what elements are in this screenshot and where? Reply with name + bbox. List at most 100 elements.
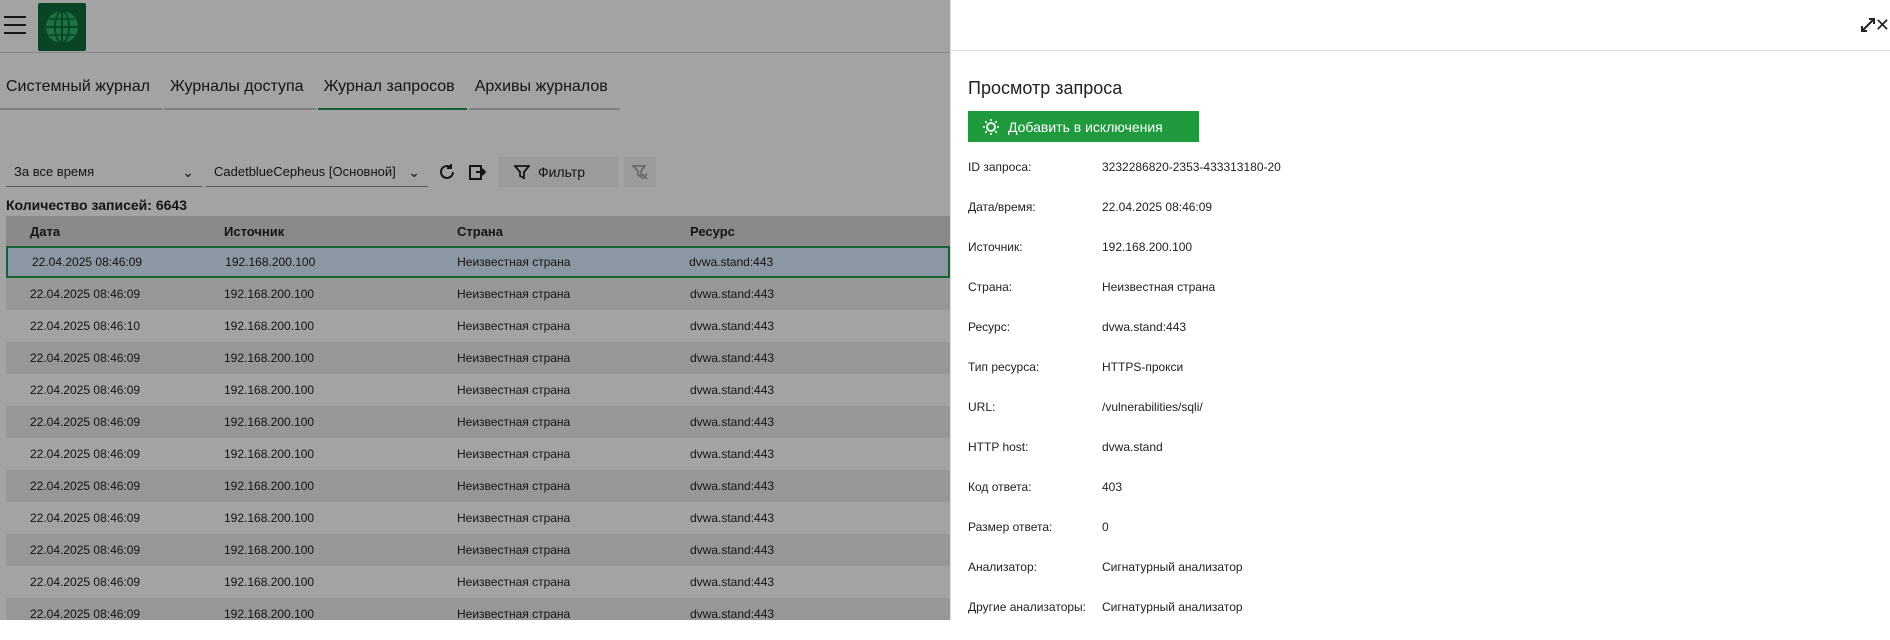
tab-access-logs[interactable]: Журналы доступа bbox=[163, 72, 316, 110]
cell-resource: dvwa.stand:443 bbox=[690, 479, 775, 493]
cell-date: 22.04.2025 08:46:09 bbox=[30, 575, 141, 589]
cell-source: 192.168.200.100 bbox=[224, 383, 315, 397]
cell-resource: dvwa.stand:443 bbox=[690, 383, 775, 397]
cell-date: 22.04.2025 08:46:09 bbox=[30, 383, 141, 397]
cell-date: 22.04.2025 08:46:09 bbox=[30, 607, 141, 620]
table-row[interactable]: 22.04.2025 08:46:09 192.168.200.100 Неизве… bbox=[6, 246, 950, 278]
table-row[interactable]: 22.04.2025 08:46:09 192.168.200.100 Неизве… bbox=[6, 470, 950, 502]
cell-date: 22.04.2025 08:46:09 bbox=[30, 447, 141, 461]
chevron-down-icon: ⌄ bbox=[182, 164, 194, 180]
field-value: 192.168.200.100 bbox=[1102, 240, 1193, 254]
cell-country: Неизвестная страна bbox=[457, 255, 571, 269]
tab-system-log[interactable]: Системный журнал bbox=[0, 72, 162, 110]
menu-icon[interactable] bbox=[4, 16, 26, 36]
export-icon bbox=[469, 165, 486, 180]
add-to-exclusions-label: Добавить в исключения bbox=[1008, 118, 1163, 135]
refresh-button[interactable] bbox=[432, 157, 462, 187]
field-value: 0 bbox=[1102, 520, 1109, 534]
field-value: 3232286820-2353-433313180-20 bbox=[1102, 160, 1281, 174]
field-label: Источник: bbox=[968, 240, 1023, 254]
cell-resource: dvwa.stand:443 bbox=[690, 575, 775, 589]
table-row[interactable]: 22.04.2025 08:46:09 192.168.200.100 Неизве… bbox=[6, 278, 950, 310]
field-value: dvwa.stand bbox=[1102, 440, 1163, 454]
cell-country: Неизвестная страна bbox=[457, 319, 571, 333]
export-button[interactable] bbox=[462, 157, 492, 187]
filter-toolbar: За все время ⌄ CadetblueCepheus [Основно… bbox=[6, 156, 656, 188]
cell-source: 192.168.200.100 bbox=[224, 287, 315, 301]
clear-filter-icon bbox=[632, 165, 648, 180]
main-area: Системный журнал Журналы доступа Журнал … bbox=[0, 0, 950, 620]
field-other-analyzers: Другие анализаторы: Сигнатурный анализато… bbox=[968, 600, 1281, 640]
table-row[interactable]: 22.04.2025 08:46:09 192.168.200.100 Неизве… bbox=[6, 534, 950, 566]
field-value: Неизвестная страна bbox=[1102, 280, 1216, 294]
cell-resource: dvwa.stand:443 bbox=[690, 287, 775, 301]
cell-resource: dvwa.stand:443 bbox=[690, 447, 775, 461]
cell-resource: dvwa.stand:443 bbox=[690, 415, 775, 429]
chevron-down-icon: ⌄ bbox=[408, 164, 420, 180]
cell-source: 192.168.200.100 bbox=[224, 351, 315, 365]
tab-log-archives[interactable]: Архивы журналов bbox=[468, 72, 620, 110]
cell-date: 22.04.2025 08:46:09 bbox=[30, 351, 141, 365]
cell-country: Неизвестная страна bbox=[457, 511, 571, 525]
column-header-source[interactable]: Источник bbox=[224, 224, 457, 239]
cell-source: 192.168.200.100 bbox=[224, 447, 315, 461]
add-to-exclusions-button[interactable]: Добавить в исключения bbox=[968, 111, 1199, 142]
cell-date: 22.04.2025 08:46:09 bbox=[30, 511, 141, 525]
field-label: HTTP host: bbox=[968, 440, 1029, 454]
cell-date: 22.04.2025 08:46:09 bbox=[32, 255, 143, 269]
field-label: Тип ресурса: bbox=[968, 360, 1040, 374]
table-row[interactable]: 22.04.2025 08:46:09 192.168.200.100 Неизве… bbox=[6, 342, 950, 374]
cell-country: Неизвестная страна bbox=[457, 575, 571, 589]
period-select[interactable]: За все время ⌄ bbox=[6, 157, 202, 187]
tab-request-log[interactable]: Журнал запросов bbox=[317, 72, 467, 110]
globe-logo-icon bbox=[38, 3, 86, 51]
field-value: 403 bbox=[1102, 480, 1123, 494]
field-label: ID запроса: bbox=[968, 160, 1032, 174]
filter-button[interactable]: Фильтр bbox=[498, 157, 618, 187]
cell-country: Неизвестная страна bbox=[457, 543, 571, 557]
cell-resource: dvwa.stand:443 bbox=[690, 319, 775, 333]
cell-source: 192.168.200.100 bbox=[224, 511, 315, 525]
column-header-date[interactable]: Дата bbox=[6, 224, 224, 239]
refresh-icon bbox=[440, 164, 454, 179]
cell-source: 192.168.200.100 bbox=[224, 575, 315, 589]
cell-country: Неизвестная страна bbox=[457, 447, 571, 461]
field-label: Другие анализаторы: bbox=[968, 600, 1087, 614]
cell-country: Неизвестная страна bbox=[457, 607, 571, 620]
field-datetime: Дата/время: 22.04.2025 08:46:09 bbox=[968, 200, 1281, 240]
log-tabs: Системный журнал Журналы доступа Журнал … bbox=[0, 72, 622, 110]
field-value: Сигнатурный анализатор bbox=[1102, 560, 1243, 574]
filter-button-label: Фильтр bbox=[538, 164, 586, 180]
node-select[interactable]: CadetblueCepheus [Основной] ⌄ bbox=[206, 157, 428, 187]
cell-source: 192.168.200.100 bbox=[225, 255, 316, 269]
request-fields: ID запроса: 3232286820-2353-433313180-20 … bbox=[968, 160, 1281, 640]
cell-source: 192.168.200.100 bbox=[224, 607, 315, 620]
close-icon[interactable]: ✕ bbox=[1875, 16, 1890, 34]
field-label: URL: bbox=[968, 400, 996, 414]
field-value: Сигнатурный анализатор bbox=[1102, 600, 1243, 614]
table-row[interactable]: 22.04.2025 08:46:09 192.168.200.100 Неизве… bbox=[6, 502, 950, 534]
field-response-code: Код ответа: 403 bbox=[968, 480, 1281, 520]
field-http-host: HTTP host: dvwa.stand bbox=[968, 440, 1281, 480]
column-header-resource[interactable]: Ресурс bbox=[690, 224, 950, 239]
table-row[interactable]: 22.04.2025 08:46:09 192.168.200.100 Неизве… bbox=[6, 598, 950, 620]
expand-icon[interactable] bbox=[1861, 18, 1875, 32]
cell-resource: dvwa.stand:443 bbox=[690, 543, 775, 557]
request-log-table: Дата Источник Страна Ресурс 22.04.2025 0… bbox=[6, 216, 950, 620]
field-value: dvwa.stand:443 bbox=[1102, 320, 1187, 334]
clear-filter-button[interactable] bbox=[624, 157, 656, 187]
node-select-value: CadetblueCepheus [Основной] bbox=[214, 164, 396, 179]
table-row[interactable]: 22.04.2025 08:46:10 192.168.200.100 Неизве… bbox=[6, 310, 950, 342]
field-value: HTTPS-прокси bbox=[1102, 360, 1184, 374]
table-row[interactable]: 22.04.2025 08:46:09 192.168.200.100 Неизве… bbox=[6, 374, 950, 406]
cell-date: 22.04.2025 08:46:09 bbox=[30, 479, 141, 493]
lightbulb-icon bbox=[983, 118, 999, 135]
cell-resource: dvwa.stand:443 bbox=[690, 351, 775, 365]
field-url: URL: /vulnerabilities/sqli/ bbox=[968, 400, 1281, 440]
request-details-panel: ✕ Просмотр запроса Добавить в исключения… bbox=[950, 0, 1890, 620]
cell-resource: dvwa.stand:443 bbox=[689, 255, 774, 269]
table-row[interactable]: 22.04.2025 08:46:09 192.168.200.100 Неизве… bbox=[6, 438, 950, 470]
column-header-country[interactable]: Страна bbox=[457, 224, 690, 239]
table-row[interactable]: 22.04.2025 08:46:09 192.168.200.100 Неизве… bbox=[6, 566, 950, 598]
table-row[interactable]: 22.04.2025 08:46:09 192.168.200.100 Неизве… bbox=[6, 406, 950, 438]
